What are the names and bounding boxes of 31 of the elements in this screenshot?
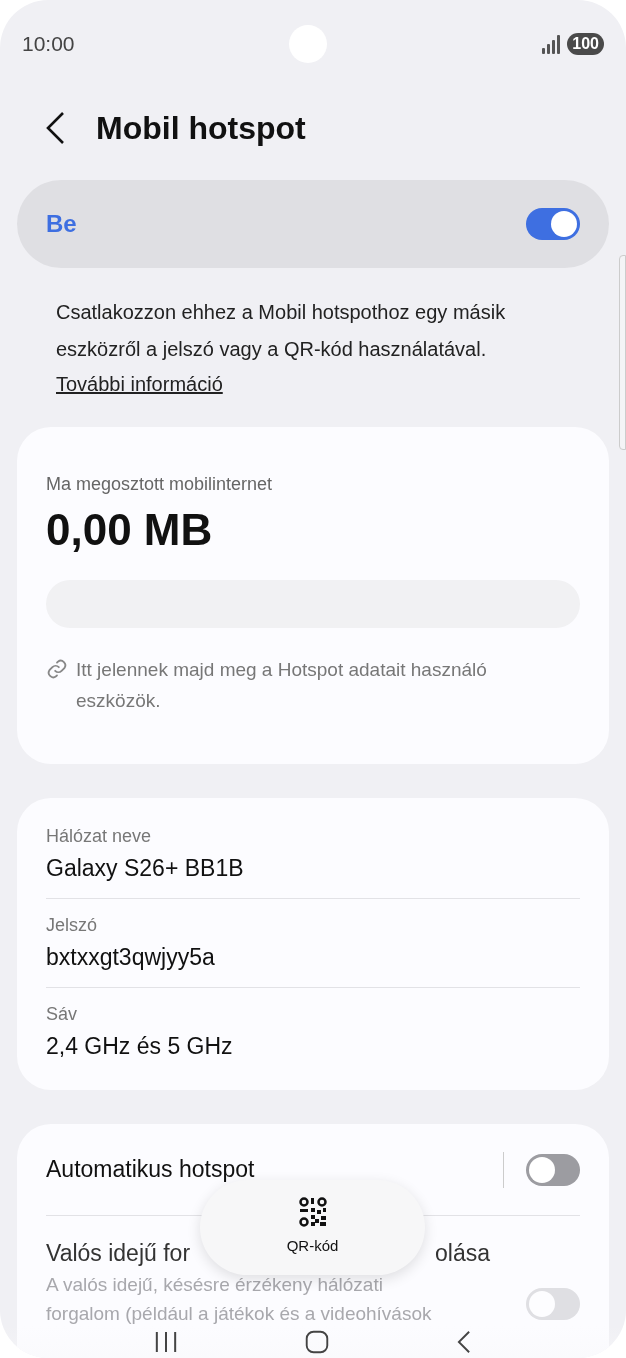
usage-label: Ma megosztott mobilinternet — [46, 473, 274, 496]
qr-code-icon — [298, 1197, 327, 1228]
recent-apps-icon[interactable] — [153, 1331, 178, 1353]
setting-title: Valós idejű for — [46, 1239, 191, 1268]
back-icon[interactable] — [456, 1330, 473, 1354]
setting-description: A valós idejű, késésre érzékeny hálózati — [46, 1273, 384, 1297]
usage-amount: 0,00 MB — [46, 504, 214, 556]
description-text: Csatlakozzon ehhez a Mobil hotspothoz egy másik eszközről a jelszó vagy a QR-kód használatával. — [56, 300, 507, 362]
setting-value: 2,4 GHz és 5 GHz — [46, 1032, 234, 1061]
home-icon[interactable] — [305, 1330, 329, 1354]
battery-indicator: 100 — [567, 33, 604, 55]
devices-note: Itt jelennek majd meg a Hotspot adatait használó eszközök. — [76, 658, 488, 713]
toggle-switch[interactable] — [526, 1153, 580, 1186]
setting-label: Sáv — [46, 1003, 79, 1026]
page-title: Mobil hotspot — [96, 109, 306, 148]
setting-title: olása — [435, 1239, 490, 1268]
setting-label: Hálózat neve — [46, 825, 153, 848]
setting-description: forgalom (például a játékok és a videohívások — [46, 1302, 433, 1326]
setting-value: Galaxy S26+ BB1B — [46, 854, 245, 883]
back-icon[interactable] — [44, 111, 66, 145]
signal-icon — [542, 34, 563, 54]
switch-label: Be — [46, 209, 77, 239]
more-info-link[interactable]: További információ — [56, 368, 223, 401]
network-setting-row[interactable]: Hálózat neve Galaxy S26+ BB1B — [46, 810, 580, 899]
setting-label: Jelszó — [46, 914, 99, 937]
link-icon — [46, 658, 68, 680]
setting-value: bxtxxgt3qwjyy5a — [46, 943, 216, 972]
network-setting-row[interactable]: Jelszó bxtxxgt3qwjyy5a — [46, 899, 580, 988]
clock: 10:00 — [22, 31, 75, 58]
toggle-switch[interactable] — [526, 208, 580, 240]
network-setting-row[interactable]: Sáv 2,4 GHz és 5 GHz — [46, 988, 580, 1076]
